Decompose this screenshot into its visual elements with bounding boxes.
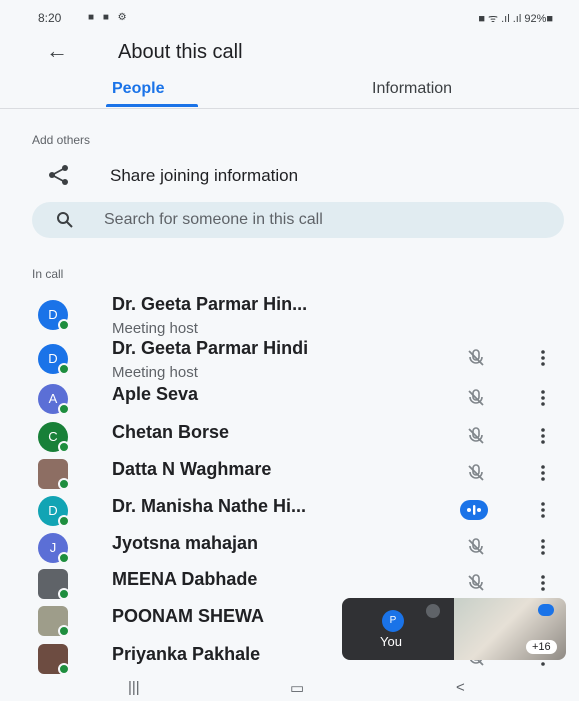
participant-role: Meeting host: [112, 364, 198, 381]
online-status-dot: [58, 319, 70, 331]
more-vert-icon[interactable]: [538, 535, 548, 559]
online-status-dot: [58, 663, 70, 675]
system-nav-bar: ||| ▭ <: [0, 676, 579, 701]
home-button[interactable]: ▭: [290, 679, 304, 697]
more-vert-icon[interactable]: [538, 571, 548, 595]
mic-off-icon[interactable]: [466, 348, 486, 368]
self-label: You: [380, 634, 402, 649]
more-vert-icon[interactable]: [538, 424, 548, 448]
participant-name: Dr. Manisha Nathe Hi...: [112, 496, 307, 516]
app-bar: ← About this call: [0, 34, 579, 74]
online-status-dot: [58, 552, 70, 564]
online-status-dot: [58, 515, 70, 527]
participant-name: Jyotsna mahajan: [112, 533, 259, 553]
system-icons: ■ ᯤ .ıl .ıl 92%■: [478, 13, 553, 25]
more-vert-icon[interactable]: [538, 346, 548, 370]
more-vert-icon[interactable]: [538, 461, 548, 485]
share-label: Share joining information: [110, 166, 299, 185]
status-time: 8:20: [38, 11, 62, 25]
mic-off-icon: [426, 604, 440, 618]
back-nav-button[interactable]: <: [456, 679, 465, 696]
online-status-dot: [58, 441, 70, 453]
participant-name: Dr. Geeta Parmar Hindi: [112, 338, 309, 358]
participant-role: Meeting host: [112, 320, 198, 337]
in-call-heading: In call: [32, 267, 64, 281]
avatar: [38, 569, 70, 600]
online-status-dot: [58, 478, 70, 490]
avatar: A: [38, 384, 70, 415]
participant-row[interactable]: Datta N Waghmare: [0, 455, 579, 491]
more-vert-icon[interactable]: [538, 386, 548, 410]
mic-off-icon[interactable]: [466, 388, 486, 408]
tab-indicator: [106, 104, 198, 107]
speaking-indicator-icon: [460, 500, 488, 520]
avatar: D: [38, 496, 70, 527]
participant-row[interactable]: J Jyotsna mahajan: [0, 529, 579, 565]
avatar: [38, 644, 70, 675]
participant-name: Chetan Borse: [112, 422, 230, 442]
online-status-dot: [58, 625, 70, 637]
participant-name: Priyanka Pakhale: [112, 644, 261, 664]
participant-name: Dr. Geeta Parmar Hin...: [112, 294, 308, 314]
participant-row[interactable]: A Aple Seva: [0, 380, 579, 416]
participant-row[interactable]: MEENA Dabhade: [0, 565, 579, 601]
status-bar: 8:20 ■ ■ ⚙ ■ ᯤ .ıl .ıl 92%■: [0, 0, 579, 34]
avatar: D: [38, 344, 70, 375]
page-title: About this call: [118, 41, 243, 63]
more-vert-icon[interactable]: [538, 498, 548, 522]
speaking-icon: [538, 604, 554, 616]
avatar: D: [38, 300, 70, 331]
arrow-left-icon[interactable]: ←: [46, 38, 68, 64]
search-placeholder: Search for someone in this call: [104, 211, 323, 228]
participant-name: Aple Seva: [112, 384, 199, 404]
avatar: [38, 459, 70, 490]
avatar: J: [38, 533, 70, 564]
participant-row[interactable]: D Dr. Geeta Parmar Hin... Meeting host: [0, 294, 579, 337]
search-icon: [57, 212, 73, 228]
self-video-tile[interactable]: P You +16: [342, 598, 566, 660]
online-status-dot: [58, 588, 70, 600]
notification-icons: ■ ■ ⚙: [88, 12, 130, 23]
mic-off-icon[interactable]: [466, 426, 486, 446]
participant-name: POONAM SHEWA: [112, 606, 265, 626]
recent-apps-button[interactable]: |||: [128, 679, 140, 696]
tab-people[interactable]: People: [112, 80, 164, 98]
participant-name: Datta N Waghmare: [112, 459, 272, 479]
share-joining-info-button[interactable]: Share joining information: [0, 162, 579, 194]
add-others-heading: Add others: [32, 133, 91, 147]
avatar: [38, 606, 70, 637]
participant-row[interactable]: D Dr. Geeta Parmar Hindi Meeting host: [0, 338, 579, 381]
online-status-dot: [58, 403, 70, 415]
participant-row[interactable]: D Dr. Manisha Nathe Hi...: [0, 492, 579, 528]
search-input[interactable]: Search for someone in this call: [32, 202, 564, 238]
share-icon: [49, 165, 68, 185]
self-avatar: P: [382, 610, 404, 632]
mic-off-icon[interactable]: [466, 573, 486, 593]
more-participants-badge[interactable]: +16: [526, 640, 557, 654]
online-status-dot: [58, 363, 70, 375]
participant-row[interactable]: C Chetan Borse: [0, 418, 579, 454]
tab-information[interactable]: Information: [372, 80, 452, 98]
tab-bar: People Information: [0, 74, 579, 109]
mic-off-icon[interactable]: [466, 537, 486, 557]
participant-name: MEENA Dabhade: [112, 569, 258, 589]
mic-off-icon[interactable]: [466, 463, 486, 483]
avatar: C: [38, 422, 70, 453]
